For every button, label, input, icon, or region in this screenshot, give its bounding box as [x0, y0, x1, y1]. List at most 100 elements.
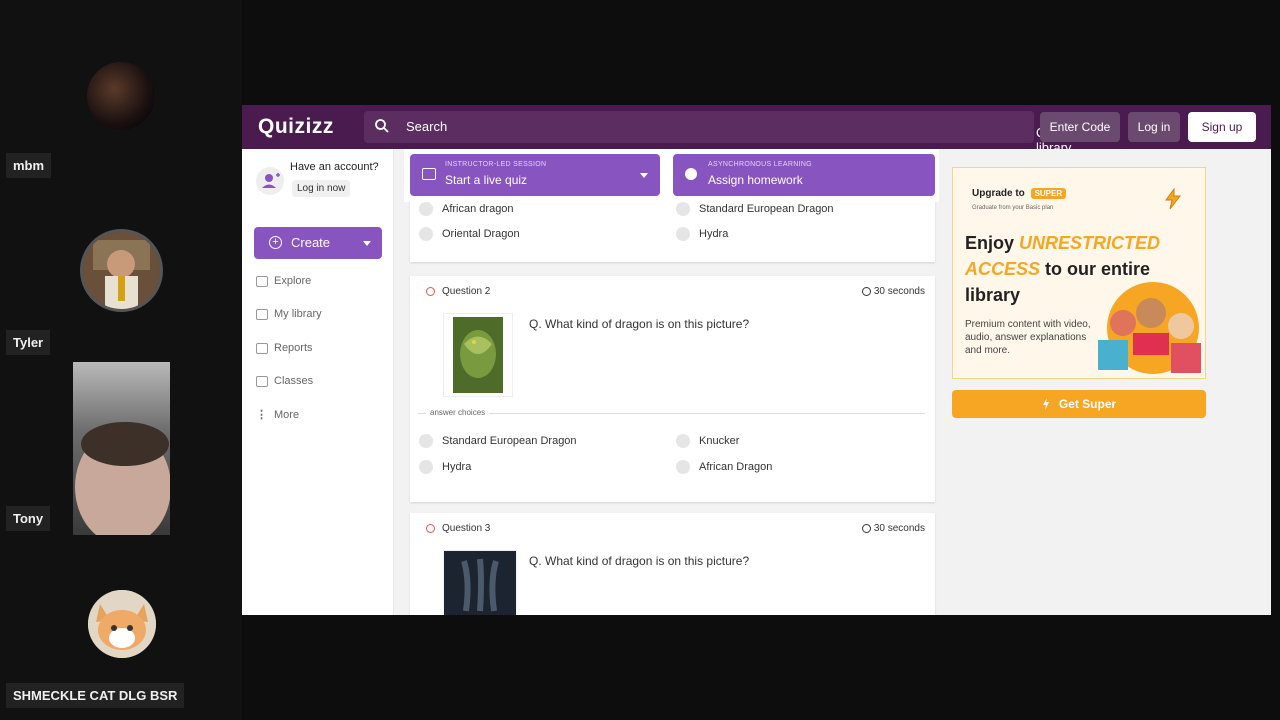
- session-action-label: Assign homework: [708, 173, 803, 187]
- answer-choice: African dragon: [419, 202, 514, 216]
- session-type-label: ASYNCHRONOUS LEARNING: [708, 161, 812, 168]
- participant-tile[interactable]: Tony: [0, 352, 242, 545]
- question-header: Question 3: [426, 523, 490, 534]
- question-image: [443, 313, 513, 397]
- login-now-button[interactable]: Log in now: [292, 180, 351, 197]
- question-card: Question 3 30 seconds Q. What kind of dr…: [410, 513, 935, 615]
- answer-choice: Standard European Dragon: [676, 202, 834, 216]
- question-type-icon: [426, 287, 435, 296]
- search-input[interactable]: Search: [406, 119, 447, 134]
- participant-name: SHMECKLE CAT DLG BSR: [6, 683, 185, 708]
- sidebar: Have an account? Log in now + Create Exp…: [242, 149, 394, 615]
- sidebar-item-label: Explore: [274, 275, 312, 287]
- choice-dot: [419, 460, 433, 474]
- super-badge: SUPER: [1030, 188, 1067, 199]
- account-question: Have an account?: [290, 161, 379, 173]
- choice-label: African dragon: [442, 203, 514, 215]
- question-time: 30 seconds: [861, 523, 925, 534]
- sidebar-item-my-library[interactable]: My library: [256, 308, 322, 320]
- choice-label: Standard European Dragon: [699, 203, 834, 215]
- sidebar-item-label: Classes: [274, 375, 314, 387]
- avatar: [88, 590, 156, 658]
- graduate-text: Graduate from your Basic plan: [972, 205, 1054, 211]
- shared-screen: Quizizz Search Quizizz library Enter Cod…: [242, 105, 1271, 615]
- sidebar-item-explore[interactable]: Explore: [256, 275, 311, 287]
- choice-label: Hydra: [442, 461, 472, 473]
- enter-code-button[interactable]: Enter Code: [1040, 112, 1120, 142]
- participant-tile[interactable]: mbm: [0, 0, 242, 178]
- search-bar[interactable]: Search Quizizz library: [364, 111, 1079, 166]
- plus-icon: +: [269, 236, 282, 249]
- clock-icon: [861, 524, 871, 533]
- choice-label: Knucker: [699, 435, 740, 447]
- choice-label: Hydra: [699, 228, 729, 240]
- user-add-icon: [256, 167, 284, 195]
- lightning-icon: [1165, 188, 1182, 210]
- participant-tile[interactable]: SHMECKLE CAT DLG BSR: [0, 528, 242, 708]
- question-type-icon: [426, 524, 435, 533]
- login-button[interactable]: Log in: [1128, 112, 1180, 142]
- upgrade-text: Upgrade to: [972, 188, 1025, 199]
- classes-icon: [256, 375, 268, 387]
- sidebar-item-label: Reports: [274, 342, 313, 354]
- participant-video: [73, 362, 171, 545]
- session-action-label: Start a live quiz: [445, 173, 528, 187]
- answer-choice: African Dragon: [676, 460, 772, 474]
- time-label: 30 seconds: [873, 523, 925, 534]
- create-button[interactable]: + Create: [254, 227, 382, 259]
- sidebar-item-more[interactable]: ⋮ More: [256, 408, 300, 422]
- answer-choice: Standard European Dragon: [419, 434, 577, 448]
- participants-panel: mbm Tyler Tony SHMECKLE CAT DLG BSR: [0, 0, 242, 720]
- sidebar-item-label: More: [274, 408, 300, 421]
- promo-heading-start: Enjoy: [965, 233, 1015, 253]
- answer-choices-label: answer choices: [426, 408, 490, 417]
- question-card: Question 2 30 seconds Q. What kind of dr…: [410, 276, 935, 502]
- more-icon: ⋮: [256, 409, 267, 421]
- participant-name: mbm: [6, 153, 52, 178]
- screen-icon: [422, 168, 436, 180]
- create-label: Create: [291, 235, 331, 250]
- choice-label: Oriental Dragon: [442, 228, 520, 240]
- choice-dot: [676, 434, 690, 448]
- get-super-label: Get Super: [1058, 397, 1117, 411]
- question-text: Q. What kind of dragon is on this pictur…: [529, 554, 750, 568]
- top-navbar: Quizizz Search Quizizz library Enter Cod…: [242, 105, 1271, 166]
- start-live-quiz-button[interactable]: INSTRUCTOR-LED SESSION Start a live quiz: [410, 154, 660, 196]
- clock-icon: [685, 168, 697, 180]
- session-bar: INSTRUCTOR-LED SESSION Start a live quiz…: [404, 149, 939, 202]
- caret-down-icon: [640, 173, 648, 178]
- answer-choice: Hydra: [419, 460, 471, 474]
- get-super-button[interactable]: Get Super: [952, 390, 1206, 418]
- sidebar-item-label: My library: [274, 308, 322, 320]
- signup-button[interactable]: Sign up: [1188, 112, 1256, 142]
- avatar: [87, 62, 155, 130]
- choice-dot: [676, 202, 690, 216]
- avatar: [80, 229, 163, 312]
- sidebar-item-reports[interactable]: Reports: [256, 342, 313, 354]
- search-icon: [375, 119, 389, 133]
- choice-dot: [676, 227, 690, 241]
- question-number: Question 2: [442, 286, 491, 297]
- answer-choice: Knucker: [676, 434, 739, 448]
- choice-dot: [419, 434, 433, 448]
- question-header: Question 2: [426, 286, 490, 297]
- divider: [418, 413, 925, 414]
- promo-illustration: [1098, 282, 1201, 374]
- time-label: 30 seconds: [873, 286, 925, 297]
- assign-homework-button[interactable]: ASYNCHRONOUS LEARNING Assign homework: [673, 154, 935, 196]
- sidebar-item-classes[interactable]: Classes: [256, 375, 313, 387]
- choice-dot: [676, 460, 690, 474]
- quizizz-logo[interactable]: Quizizz: [258, 115, 334, 139]
- upgrade-label: Upgrade to SUPER: [972, 188, 1067, 199]
- session-type-label: INSTRUCTOR-LED SESSION: [445, 161, 547, 168]
- super-promo: Upgrade to SUPER Graduate from your Basi…: [952, 167, 1206, 379]
- question-text: Q. What kind of dragon is on this pictur…: [529, 317, 750, 331]
- clock-icon: [861, 287, 871, 296]
- reports-icon: [256, 342, 268, 354]
- explore-icon: [256, 275, 268, 287]
- lightning-icon: [1042, 398, 1049, 410]
- participant-tile[interactable]: Tyler: [0, 176, 242, 355]
- library-icon: [256, 308, 268, 320]
- question-image: [443, 550, 517, 615]
- choice-label: African Dragon: [699, 461, 773, 473]
